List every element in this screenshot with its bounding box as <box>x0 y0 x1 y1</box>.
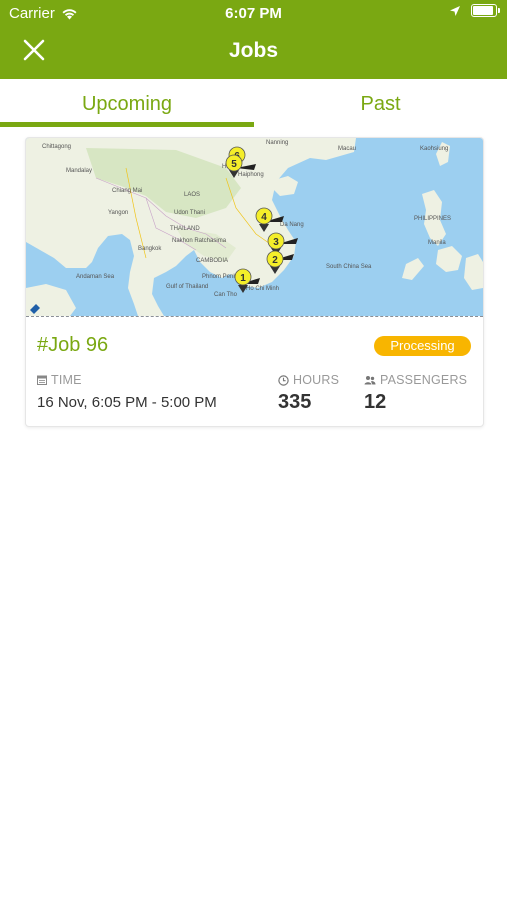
svg-text:PHILIPPINES: PHILIPPINES <box>414 216 451 222</box>
svg-text:1: 1 <box>240 273 246 284</box>
svg-text:Haiphong: Haiphong <box>238 172 264 178</box>
svg-text:Chittagong: Chittagong <box>42 144 71 150</box>
calendar-icon <box>37 375 47 385</box>
svg-text:LAOS: LAOS <box>184 192 200 198</box>
svg-text:Nakhon Ratchasima: Nakhon Ratchasima <box>172 238 227 244</box>
passengers-icon <box>364 376 376 385</box>
time-label-group: TIME <box>37 373 82 387</box>
clock-icon <box>278 374 289 386</box>
svg-text:Phnom Penh: Phnom Penh <box>202 274 237 280</box>
page-title: Jobs <box>228 39 278 62</box>
svg-text:Udon Thani: Udon Thani <box>174 210 205 216</box>
svg-text:3: 3 <box>273 237 279 248</box>
passengers-label-group: PASSENGERS <box>364 373 467 387</box>
job-id: #Job 96 <box>37 334 109 356</box>
svg-text:4: 4 <box>261 212 267 223</box>
passengers-label: PASSENGERS <box>380 373 468 387</box>
svg-text:Andaman Sea: Andaman Sea <box>76 274 115 280</box>
tab-bar: Upcoming Past <box>0 79 507 129</box>
svg-text:Nanning: Nanning <box>266 140 288 146</box>
hours-value: 335 <box>278 391 312 413</box>
tab-upcoming[interactable]: Upcoming <box>0 79 254 125</box>
svg-text:Gulf of Thailand: Gulf of Thailand <box>166 284 208 290</box>
svg-text:Manila: Manila <box>428 240 446 246</box>
svg-text:Kaohsiung: Kaohsiung <box>420 146 448 152</box>
status-bar: Carrier 6:07 PM <box>0 0 507 28</box>
passengers-value: 12 <box>364 391 387 413</box>
tab-past[interactable]: Past <box>254 79 507 125</box>
time-label: TIME <box>51 373 82 387</box>
location-arrow-icon <box>450 5 460 16</box>
status-badge: Processing <box>374 336 471 356</box>
svg-text:5: 5 <box>231 159 237 170</box>
svg-text:Ho Chi Minh: Ho Chi Minh <box>246 286 279 292</box>
svg-text:Mandalay: Mandalay <box>66 168 92 174</box>
svg-text:Da Nang: Da Nang <box>280 222 304 228</box>
status-right <box>449 4 500 17</box>
svg-text:Can Tho: Can Tho <box>214 292 238 298</box>
svg-text:CAMBODIA: CAMBODIA <box>196 258 228 264</box>
app-header: Carrier 6:07 PM Jobs <box>0 0 507 79</box>
status-time: 6:07 PM <box>225 5 282 22</box>
svg-text:South China Sea: South China Sea <box>326 264 372 270</box>
route-map[interactable]: Chittagong Nanning Macau Kaohsiung Manda… <box>26 138 483 317</box>
svg-text:THAILAND: THAILAND <box>170 226 200 232</box>
svg-text:Macau: Macau <box>338 146 356 152</box>
svg-text:Bangkok: Bangkok <box>138 246 162 252</box>
time-value: 16 Nov, 6:05 PM - 5:00 PM <box>37 394 217 411</box>
active-tab-indicator <box>0 122 254 127</box>
hours-label-group: HOURS <box>278 373 339 387</box>
svg-text:2: 2 <box>272 255 278 266</box>
svg-text:Yangon: Yangon <box>108 210 128 216</box>
job-card[interactable]: Chittagong Nanning Macau Kaohsiung Manda… <box>25 137 484 427</box>
battery-icon <box>471 4 500 17</box>
hours-label: HOURS <box>293 373 340 387</box>
battery-fill <box>473 6 493 15</box>
svg-text:Chiang Mai: Chiang Mai <box>112 188 142 194</box>
